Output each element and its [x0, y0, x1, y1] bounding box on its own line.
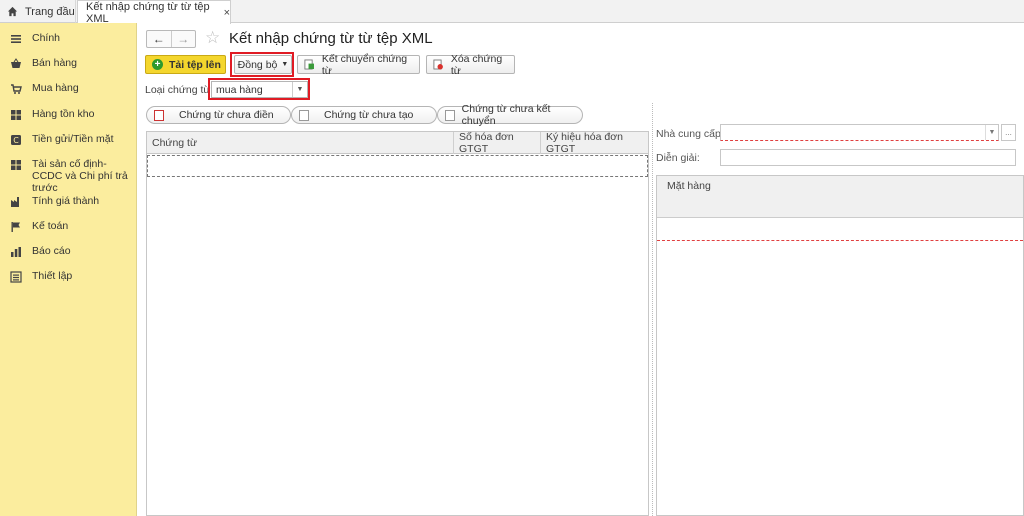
star-icon[interactable]: ☆	[205, 28, 220, 48]
description-field[interactable]	[720, 149, 1016, 166]
history-nav: ← →	[146, 30, 196, 48]
sidebar-item-label: Tiền gửi/Tiền mặt	[32, 133, 114, 145]
sidebar-item-reports[interactable]: Báo cáo	[0, 245, 137, 258]
sidebar: Chính Bán hàng Mua hàng Hàng tồn kho C T…	[0, 23, 137, 516]
document-icon	[299, 109, 309, 121]
document-delete-icon	[433, 59, 443, 70]
delete-documents-button[interactable]: Xóa chứng từ	[426, 52, 515, 77]
sidebar-item-label: Bán hàng	[32, 57, 77, 69]
warehouse-icon	[11, 110, 21, 120]
items-table: Mặt hàng	[656, 175, 1024, 516]
forward-arrow-icon[interactable]: →	[172, 31, 196, 47]
column-header-invoice-symbol[interactable]: Ký hiệu hóa đơn GTGT	[540, 131, 648, 155]
column-header-item[interactable]: Mặt hàng	[667, 180, 711, 192]
sidebar-item-accounting[interactable]: Kế toán	[0, 220, 137, 233]
filter-uncreated-label: Chứng từ chưa tạo	[324, 109, 414, 121]
items-table-header: Mặt hàng	[657, 176, 1023, 218]
table-header: Chứng từ Số hóa đơn GTGT Ký hiệu hóa đơn…	[147, 131, 648, 155]
supplier-field[interactable]: ▼	[720, 124, 999, 141]
sidebar-item-inventory[interactable]: Hàng tồn kho	[0, 108, 137, 121]
back-arrow-icon[interactable]: ←	[147, 31, 172, 47]
column-header-document[interactable]: Chứng từ	[147, 132, 453, 154]
transfer-documents-button[interactable]: Kết chuyển chứng từ	[297, 52, 420, 77]
bar-chart-icon	[11, 247, 21, 257]
filter-unfilled-button[interactable]: Chứng từ chưa điền	[146, 106, 291, 124]
documents-table: Chứng từ Số hóa đơn GTGT Ký hiệu hóa đơn…	[146, 131, 649, 516]
close-tab-icon[interactable]: ×	[224, 7, 230, 19]
column-header-invoice-number[interactable]: Số hóa đơn GTGT	[453, 131, 540, 155]
table-row[interactable]	[657, 218, 1023, 241]
document-transfer-icon	[304, 59, 314, 70]
cash-icon: C	[11, 135, 21, 145]
sidebar-item-label: Báo cáo	[32, 245, 71, 257]
tab-xml-import-label: Kết nhập chứng từ từ tệp XML	[86, 0, 210, 25]
sidebar-item-label: Hàng tồn kho	[32, 108, 95, 120]
document-lines-icon	[445, 109, 455, 121]
sidebar-item-sales[interactable]: Bán hàng	[0, 57, 137, 70]
menu-icon	[11, 35, 21, 43]
home-icon	[7, 6, 18, 17]
sidebar-item-purchase[interactable]: Mua hàng	[0, 82, 137, 95]
settings-list-icon	[10, 271, 22, 283]
assets-icon	[11, 160, 21, 170]
description-label: Diễn giải:	[656, 152, 700, 164]
cart-icon	[11, 84, 22, 94]
tab-xml-import[interactable]: Kết nhập chứng từ từ tệp XML ×	[77, 0, 231, 25]
caret-down-icon: ▼	[281, 61, 289, 68]
filter-untransferred-button[interactable]: Chứng từ chưa kết chuyển	[437, 103, 583, 127]
plus-circle-icon: +	[152, 59, 163, 70]
document-type-label: Loại chứng từ:	[145, 84, 214, 96]
sync-label: Đồng bộ	[237, 58, 278, 71]
table-row[interactable]	[147, 155, 648, 177]
dropdown-arrow-icon[interactable]: ▼	[985, 125, 998, 140]
sidebar-item-settings[interactable]: Thiết lập	[0, 270, 137, 283]
dropdown-arrow-icon[interactable]: ▼	[292, 82, 307, 97]
sidebar-item-label: Kế toán	[32, 220, 69, 232]
tab-home-label: Trang đầu	[25, 5, 75, 18]
sidebar-item-label: Tính giá thành	[32, 195, 100, 207]
sidebar-item-main[interactable]: Chính	[0, 32, 137, 45]
basket-icon	[11, 58, 21, 68]
supplier-lookup-button[interactable]: ...	[1001, 124, 1016, 141]
tab-home[interactable]: Trang đầu	[0, 0, 76, 23]
document-red-icon	[154, 109, 164, 121]
panel-divider[interactable]	[652, 103, 653, 516]
document-type-select[interactable]: mua hàng ▼	[211, 81, 308, 98]
sidebar-item-label: Tài sản cố định-CCDC và Chi phí trả trướ…	[32, 158, 128, 194]
upload-file-button[interactable]: + Tải tệp lên	[145, 55, 226, 74]
supplier-label: Nhà cung cấp:	[656, 128, 724, 140]
sync-button[interactable]: Đồng bộ ▼	[234, 55, 292, 74]
sidebar-item-costing[interactable]: Tính giá thành	[0, 195, 137, 208]
transfer-documents-label: Kết chuyển chứng từ	[321, 52, 408, 77]
sidebar-item-cash[interactable]: C Tiền gửi/Tiền mặt	[0, 133, 137, 146]
factory-icon	[11, 197, 19, 207]
flag-icon	[11, 222, 20, 232]
tab-bar: Trang đầu Kết nhập chứng từ từ tệp XML ×	[0, 0, 1024, 25]
sidebar-item-fixed-assets[interactable]: Tài sản cố định-CCDC và Chi phí trả trướ…	[0, 158, 137, 194]
page-title: Kết nhập chứng từ từ tệp XML	[229, 30, 433, 47]
document-type-value: mua hàng	[216, 83, 263, 96]
sidebar-item-label: Thiết lập	[32, 270, 73, 282]
filter-untransferred-label: Chứng từ chưa kết chuyển	[461, 103, 551, 127]
sidebar-item-label: Chính	[32, 32, 61, 44]
upload-file-label: Tải tệp lên	[169, 58, 221, 71]
filter-uncreated-button[interactable]: Chứng từ chưa tạo	[291, 106, 437, 124]
main-panel: ← → ☆ Kết nhập chứng từ từ tệp XML + Tải…	[137, 23, 1024, 516]
sidebar-item-label: Mua hàng	[32, 82, 79, 94]
filter-unfilled-label: Chứng từ chưa điền	[179, 109, 274, 121]
svg-text:C: C	[13, 136, 19, 145]
delete-documents-label: Xóa chứng từ	[450, 52, 503, 77]
